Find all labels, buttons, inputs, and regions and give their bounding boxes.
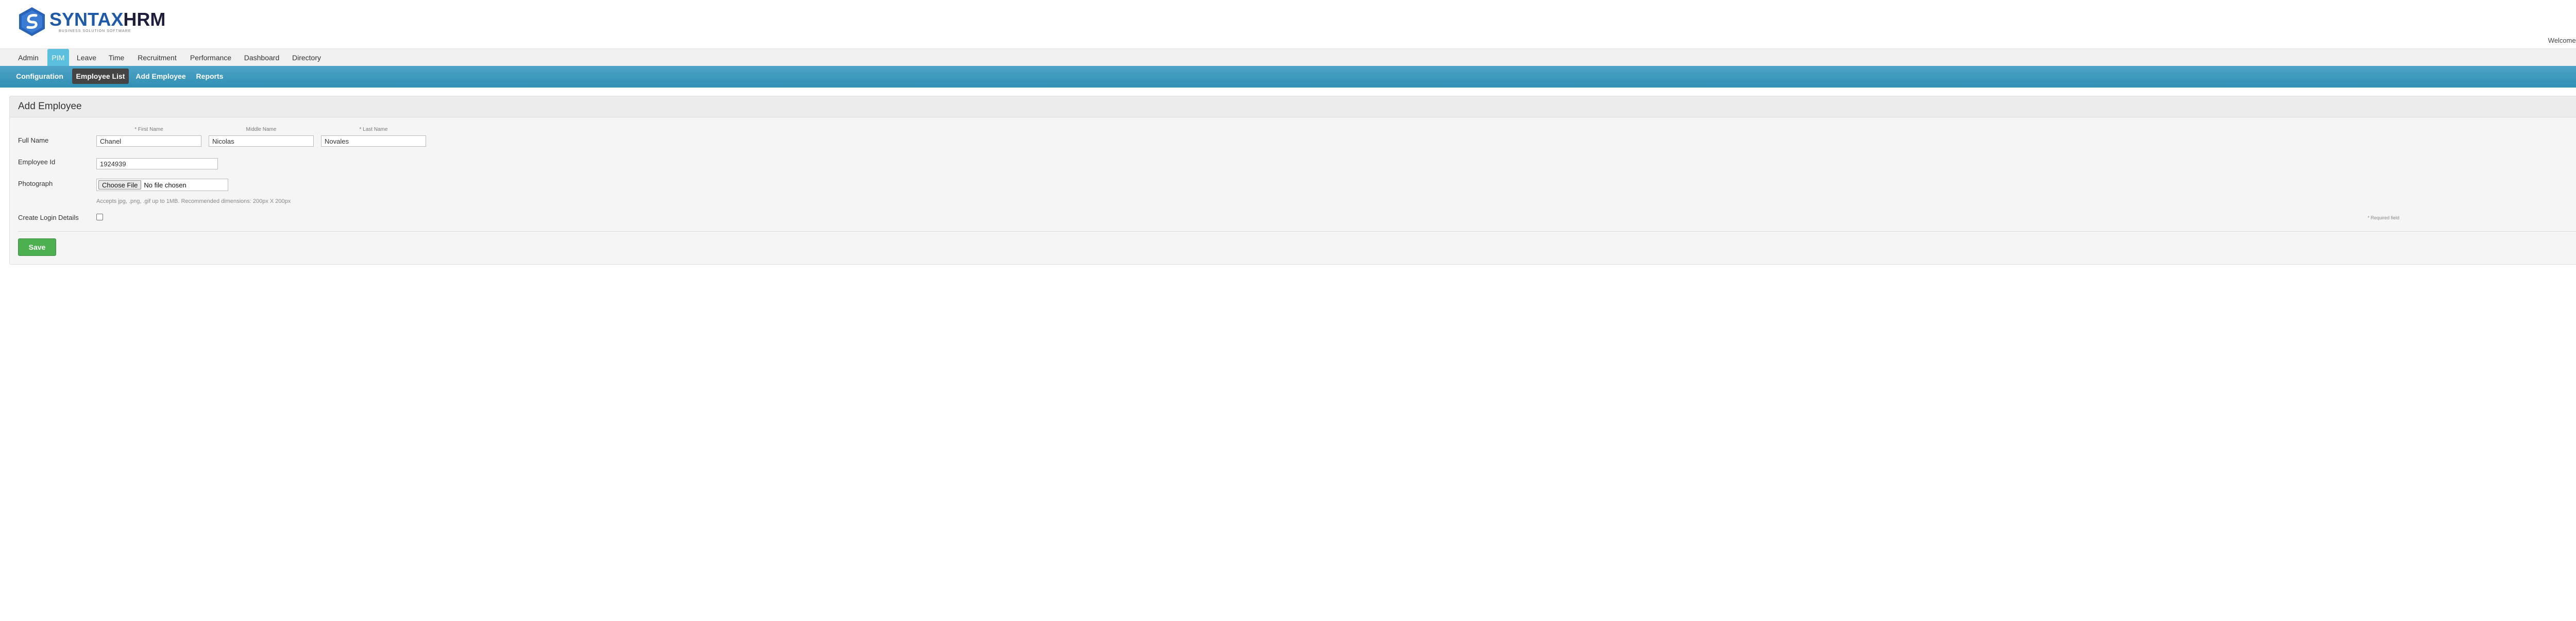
last-name-input[interactable] (321, 135, 426, 147)
full-name-label: Full Name (18, 136, 49, 144)
panel-header: Add Employee (10, 96, 2576, 117)
pim-sub-navigation: Configuration Employee List Add Employee… (0, 66, 2576, 88)
welcome-menu[interactable]: Welcome Admin ▾ (2548, 36, 2576, 44)
nav-item-leave[interactable]: Leave (73, 49, 100, 66)
brand-name-hrm: HRM (123, 9, 166, 30)
subnav-reports[interactable]: Reports (193, 68, 227, 84)
welcome-text: Welcome Admin (2548, 36, 2576, 44)
photograph-file-input: Choose File No file chosen (96, 179, 228, 191)
create-login-checkbox[interactable] (96, 214, 103, 220)
form-divider (18, 231, 2576, 232)
create-login-label: Create Login Details (18, 214, 79, 221)
employee-id-label: Employee Id (18, 158, 56, 166)
hexagon-logo-icon (19, 7, 45, 36)
subnav-employee-list[interactable]: Employee List (72, 68, 129, 84)
nav-item-recruitment[interactable]: Recruitment (134, 49, 180, 66)
syntaxhrm-logo[interactable]: SYNTAXHRM BUSINESS SOLUTION SOFTWARE (18, 7, 165, 36)
choose-file-button[interactable]: Choose File (98, 180, 142, 189)
nav-item-pim[interactable]: PIM (47, 49, 69, 66)
required-field-note: * Required field (2367, 215, 2399, 220)
nav-item-dashboard[interactable]: Dashboard (240, 49, 283, 66)
subnav-add-employee[interactable]: Add Employee (133, 68, 189, 84)
middle-name-input[interactable] (209, 135, 314, 147)
file-status: No file chosen (144, 181, 187, 189)
page-title: Add Employee (18, 101, 82, 112)
first-name-label: * First Name (134, 127, 163, 132)
nav-item-performance[interactable]: Performance (185, 49, 236, 66)
brand-name-syntax: SYNTAX (49, 9, 124, 30)
photograph-label: Photograph (18, 180, 53, 187)
brand-tagline: BUSINESS SOLUTION SOFTWARE (59, 29, 131, 33)
nav-item-directory[interactable]: Directory (287, 49, 326, 66)
nav-item-time[interactable]: Time (104, 49, 129, 66)
main-navigation: Admin PIM Leave Time Recruitment Perform… (0, 48, 2576, 66)
add-employee-panel: Add Employee Full Name * First Name Midd… (9, 96, 2576, 265)
first-name-input[interactable] (96, 135, 201, 147)
middle-name-label: Middle Name (246, 127, 277, 132)
save-button[interactable]: Save (18, 238, 56, 256)
nav-item-admin[interactable]: Admin (13, 49, 43, 66)
employee-id-input[interactable] (96, 158, 218, 169)
subnav-configuration[interactable]: Configuration (13, 68, 66, 84)
photograph-hint: Accepts jpg, .png, .gif up to 1MB. Recom… (96, 198, 291, 204)
last-name-label: * Last Name (359, 127, 388, 132)
